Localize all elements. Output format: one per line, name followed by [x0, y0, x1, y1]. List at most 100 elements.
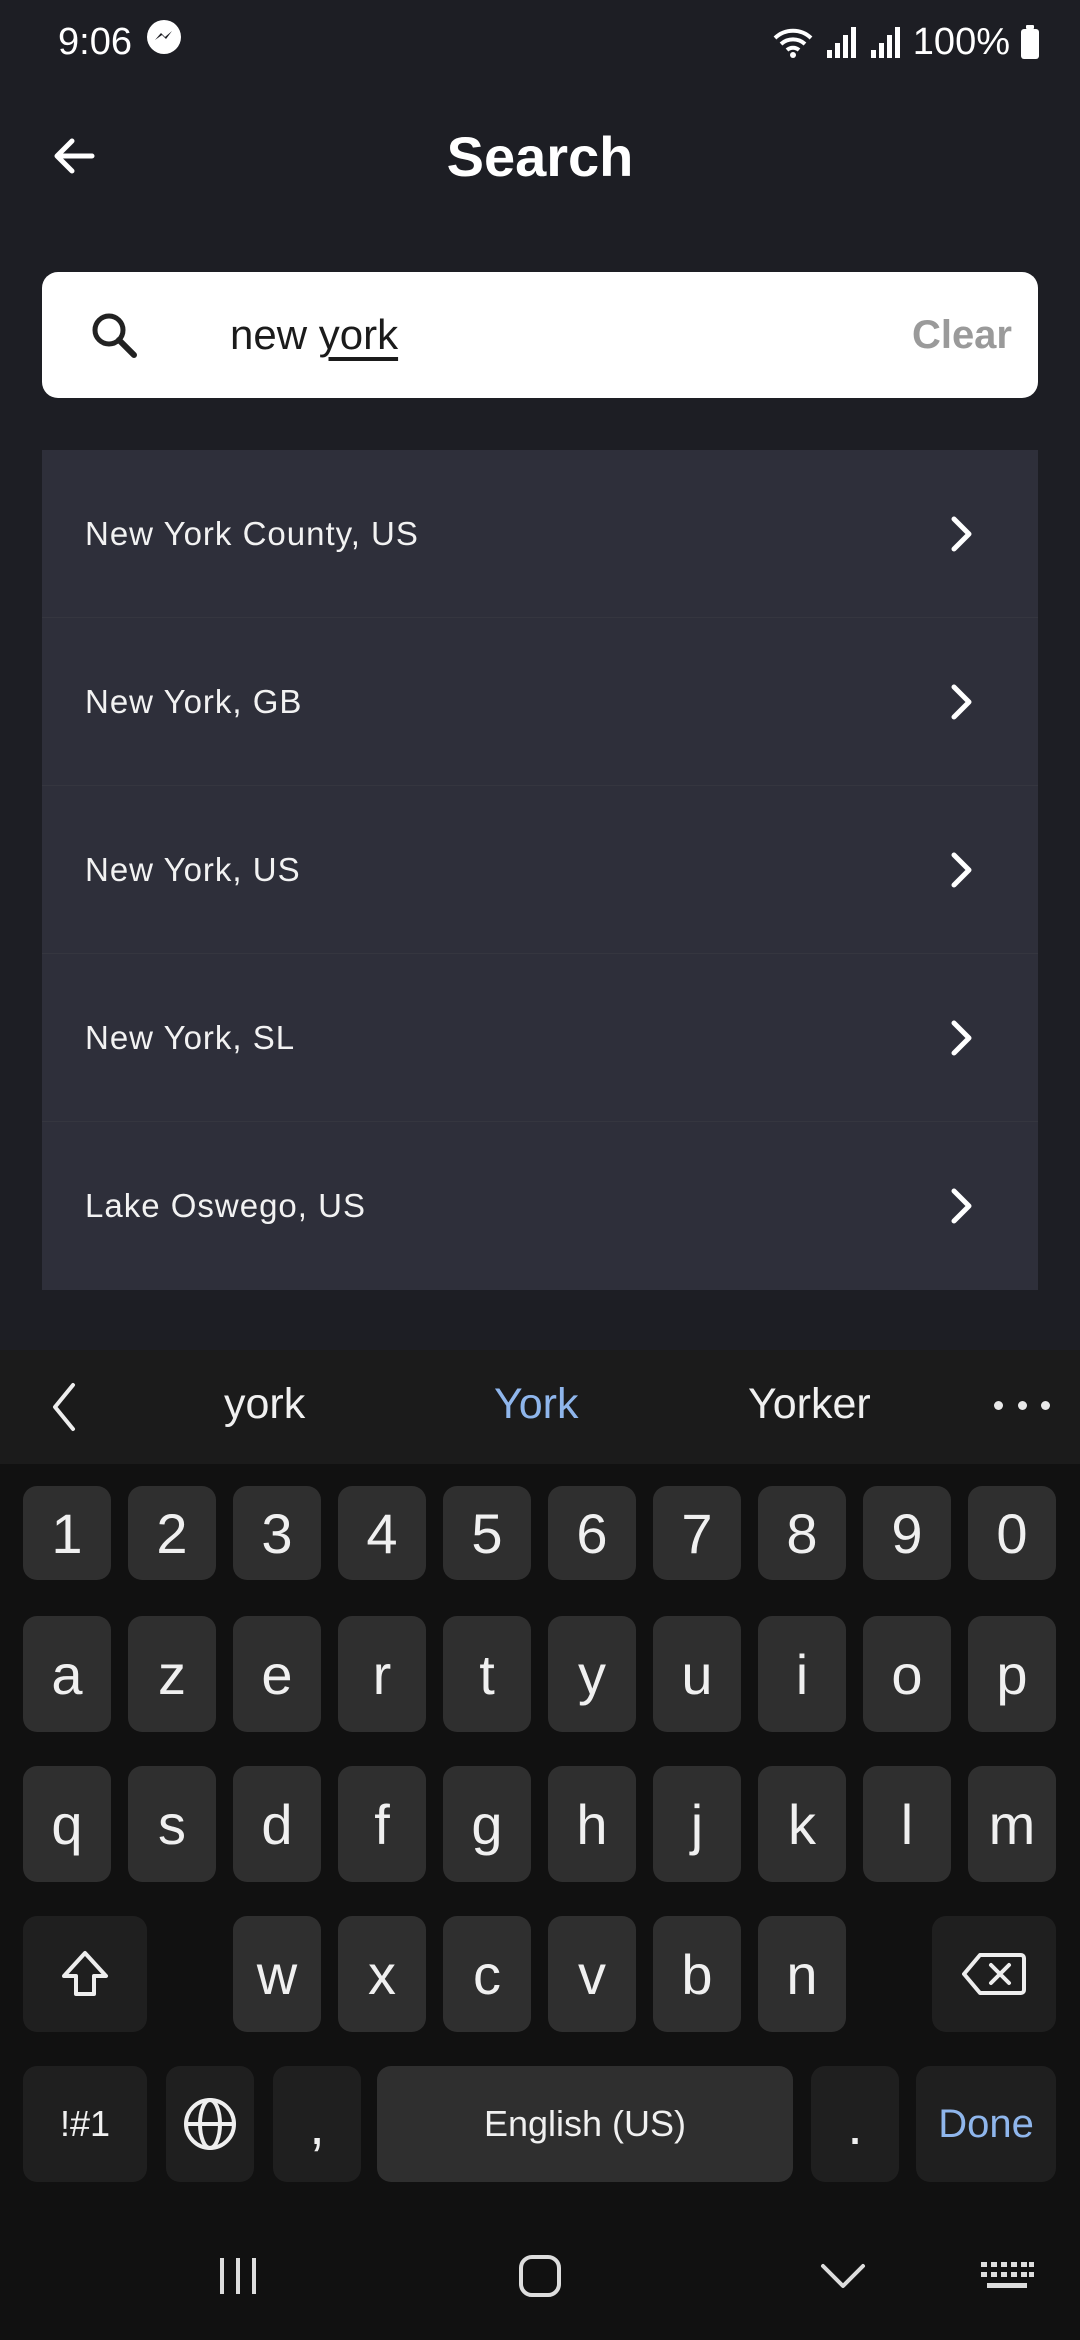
search-icon-wrap [42, 272, 170, 398]
key-9[interactable]: 9 [863, 1486, 951, 1580]
messenger-icon [146, 19, 182, 65]
key-5[interactable]: 5 [443, 1486, 531, 1580]
key-7[interactable]: 7 [653, 1486, 741, 1580]
list-item[interactable]: Lake Oswego, US [42, 1122, 1038, 1290]
battery-text: 100% [912, 20, 1010, 63]
key-k[interactable]: k [758, 1766, 846, 1882]
suggestion-bar: york York Yorker [0, 1350, 1080, 1464]
chevron-right-icon [942, 850, 982, 890]
status-bar: 9:06 100% [0, 0, 1080, 84]
globe-icon [184, 2098, 236, 2150]
search-input[interactable]: new york [170, 311, 912, 359]
chevron-right-icon [942, 1186, 982, 1226]
chevron-right-icon [942, 682, 982, 722]
chevron-right-icon [942, 514, 982, 554]
done-key[interactable]: Done [916, 2066, 1056, 2182]
result-label: New York, SL [85, 1018, 296, 1056]
list-item[interactable]: New York, SL [42, 954, 1038, 1122]
home-button[interactable] [500, 2244, 580, 2308]
suggestion-word[interactable]: Yorker [748, 1380, 871, 1429]
symbols-key[interactable]: !#1 [23, 2066, 147, 2182]
key-3[interactable]: 3 [233, 1486, 321, 1580]
signal-icon [869, 24, 903, 60]
search-value-prefix: new [230, 311, 319, 358]
result-label: New York County, US [85, 514, 419, 552]
battery-icon [1020, 24, 1040, 60]
app-header: Search [0, 100, 1080, 212]
key-y[interactable]: y [548, 1616, 636, 1732]
search-bar: new york Clear [42, 272, 1038, 398]
signal-icon [825, 24, 859, 60]
backspace-icon [962, 1953, 1026, 1995]
result-label: New York, GB [85, 682, 303, 720]
key-h[interactable]: h [548, 1766, 636, 1882]
list-item[interactable]: New York, GB [42, 618, 1038, 786]
search-icon [92, 313, 137, 358]
results-list: New York County, US New York, GB New Yor… [42, 450, 1038, 1290]
key-s[interactable]: s [128, 1766, 216, 1882]
wifi-icon [771, 24, 815, 60]
key-2[interactable]: 2 [128, 1486, 216, 1580]
status-right: 100% [771, 21, 1040, 64]
system-nav-bar [0, 2214, 1080, 2340]
result-label: New York, US [85, 850, 301, 888]
arrow-left-icon [54, 138, 95, 174]
period-key[interactable]: . [811, 2066, 899, 2182]
key-v[interactable]: v [548, 1916, 636, 2032]
key-c[interactable]: c [443, 1916, 531, 2032]
key-d[interactable]: d [233, 1766, 321, 1882]
key-j[interactable]: j [653, 1766, 741, 1882]
keyboard-switch-button[interactable] [972, 2244, 1042, 2308]
key-r[interactable]: r [338, 1616, 426, 1732]
key-u[interactable]: u [653, 1616, 741, 1732]
suggestion-word[interactable]: york [224, 1380, 305, 1429]
chevron-right-icon [942, 1018, 982, 1058]
key-a[interactable]: a [23, 1616, 111, 1732]
key-n[interactable]: n [758, 1916, 846, 2032]
chevron-down-icon [821, 2264, 865, 2288]
recents-icon [220, 2258, 256, 2294]
language-key[interactable] [166, 2066, 254, 2182]
key-t[interactable]: t [443, 1616, 531, 1732]
recent-apps-button[interactable] [198, 2244, 278, 2308]
suggestion-word-primary[interactable]: York [494, 1380, 578, 1429]
clear-button[interactable]: Clear [912, 313, 1038, 358]
keyboard: york York Yorker 1 2 3 4 5 6 7 8 9 0 a z… [0, 1350, 1080, 2340]
key-i[interactable]: i [758, 1616, 846, 1732]
suggestion-collapse-button[interactable] [0, 1350, 128, 1464]
search-value-composing: york [318, 311, 399, 358]
back-button[interactable] [44, 126, 104, 186]
more-options-icon[interactable] [994, 1390, 1050, 1420]
key-8[interactable]: 8 [758, 1486, 846, 1580]
key-b[interactable]: b [653, 1916, 741, 2032]
key-z[interactable]: z [128, 1616, 216, 1732]
backspace-key[interactable] [932, 1916, 1056, 2032]
key-o[interactable]: o [863, 1616, 951, 1732]
key-f[interactable]: f [338, 1766, 426, 1882]
key-4[interactable]: 4 [338, 1486, 426, 1580]
space-key[interactable]: English (US) [377, 2066, 793, 2182]
list-item[interactable]: New York County, US [42, 450, 1038, 618]
key-0[interactable]: 0 [968, 1486, 1056, 1580]
key-1[interactable]: 1 [23, 1486, 111, 1580]
shift-arrow-icon [62, 1951, 108, 1996]
hide-keyboard-button[interactable] [803, 2244, 883, 2308]
status-left: 9:06 [58, 19, 182, 65]
key-q[interactable]: q [23, 1766, 111, 1882]
key-w[interactable]: w [233, 1916, 321, 2032]
shift-key[interactable] [23, 1916, 147, 2032]
comma-key[interactable]: , [273, 2066, 361, 2182]
key-g[interactable]: g [443, 1766, 531, 1882]
key-m[interactable]: m [968, 1766, 1056, 1882]
key-x[interactable]: x [338, 1916, 426, 2032]
page-title: Search [446, 124, 634, 188]
key-l[interactable]: l [863, 1766, 951, 1882]
key-6[interactable]: 6 [548, 1486, 636, 1580]
status-time: 9:06 [58, 20, 132, 63]
key-e[interactable]: e [233, 1616, 321, 1732]
chevron-left-icon [53, 1383, 75, 1431]
key-p[interactable]: p [968, 1616, 1056, 1732]
keyboard-icon [981, 2262, 1034, 2288]
list-item[interactable]: New York, US [42, 786, 1038, 954]
result-label: Lake Oswego, US [85, 1187, 366, 1224]
